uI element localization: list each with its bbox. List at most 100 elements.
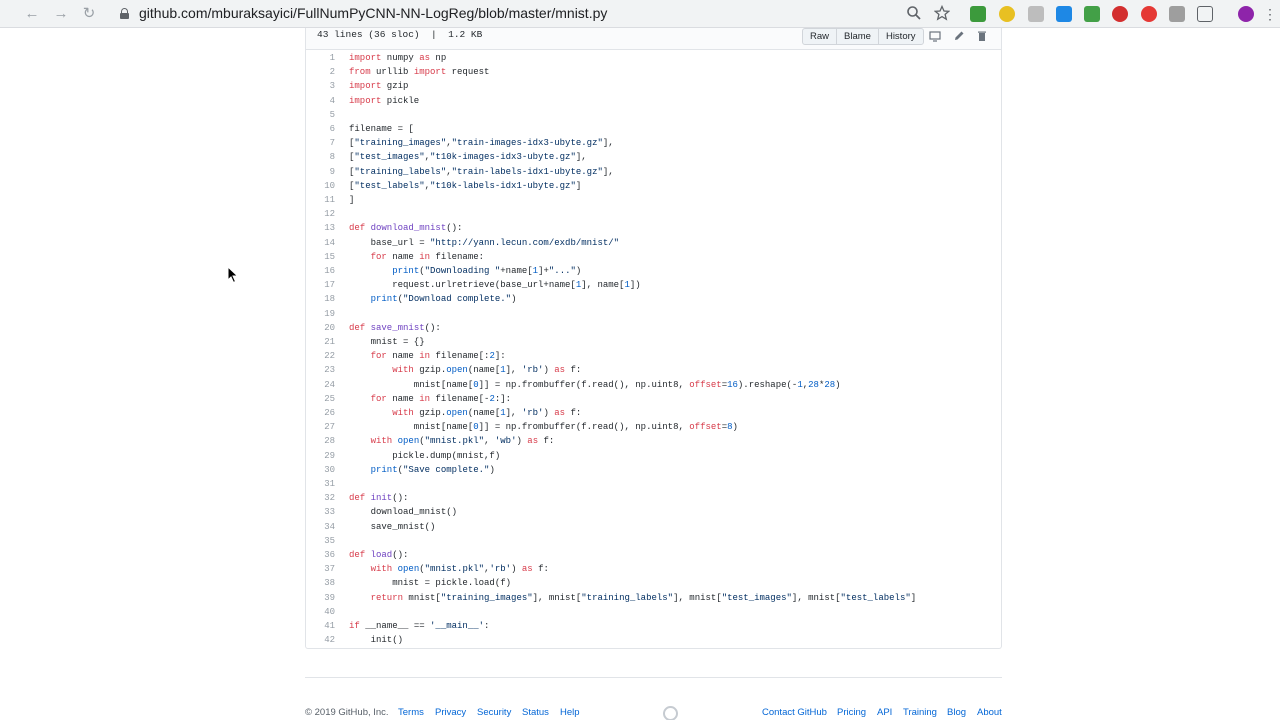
line-number[interactable]: 32 <box>306 491 335 505</box>
code-line: 15 for name in filename: <box>306 250 1001 264</box>
footer-link-pricing[interactable]: Pricing <box>837 707 866 718</box>
menu-icon[interactable]: ⋮ <box>1262 6 1278 22</box>
code-line: 21 mnist = {} <box>306 335 1001 349</box>
footer-link-training[interactable]: Training <box>903 707 937 718</box>
line-code: mnist = pickle.load(f) <box>349 578 512 589</box>
line-number[interactable]: 36 <box>306 548 335 562</box>
line-number[interactable]: 25 <box>306 392 335 406</box>
back-button[interactable]: ← <box>22 4 42 24</box>
line-number[interactable]: 24 <box>306 378 335 392</box>
code-line: 34 save_mnist() <box>306 520 1001 534</box>
code-line: 13 def download_mnist(): <box>306 221 1001 235</box>
line-number[interactable]: 13 <box>306 221 335 235</box>
line-code: def save_mnist(): <box>349 322 441 333</box>
line-number[interactable]: 14 <box>306 236 335 250</box>
line-number[interactable]: 31 <box>306 477 335 491</box>
extension-icon[interactable] <box>1141 6 1157 22</box>
code-line: 12 <box>306 207 1001 221</box>
footer-link-api[interactable]: API <box>877 707 892 718</box>
code-line: 28 with open("mnist.pkl", 'wb') as f: <box>306 434 1001 448</box>
code-line: 8 ["test_images","t10k-images-idx3-ubyte.… <box>306 150 1001 164</box>
code-line: 27 mnist[name[0]] = np.frombuffer(f.read… <box>306 420 1001 434</box>
footer-link-contact[interactable]: Contact GitHub <box>762 707 827 718</box>
line-number[interactable]: 28 <box>306 434 335 448</box>
line-number[interactable]: 7 <box>306 136 335 150</box>
line-number[interactable]: 30 <box>306 463 335 477</box>
forward-button[interactable]: → <box>51 4 71 24</box>
extension-icon[interactable] <box>1084 6 1100 22</box>
raw-button[interactable]: Raw <box>803 29 838 44</box>
line-number[interactable]: 26 <box>306 406 335 420</box>
line-code: from urllib import request <box>349 67 490 78</box>
line-number[interactable]: 10 <box>306 179 335 193</box>
line-number[interactable]: 8 <box>306 150 335 164</box>
extension-icon[interactable] <box>1112 6 1128 22</box>
footer-link-blog[interactable]: Blog <box>947 707 966 718</box>
line-number[interactable]: 12 <box>306 207 335 221</box>
footer-link-security[interactable]: Security <box>477 707 511 718</box>
line-number[interactable]: 15 <box>306 250 335 264</box>
pencil-icon[interactable] <box>953 30 965 42</box>
line-number[interactable]: 35 <box>306 534 335 548</box>
line-code: print("Download complete.") <box>370 294 517 305</box>
line-code: with gzip.open(name[1], 'rb') as f: <box>392 408 582 418</box>
line-number[interactable]: 23 <box>306 363 335 377</box>
footer-link-help[interactable]: Help <box>560 707 580 718</box>
line-number[interactable]: 42 <box>306 633 335 647</box>
line-number[interactable]: 27 <box>306 420 335 434</box>
line-number[interactable]: 4 <box>306 94 335 108</box>
line-number[interactable]: 9 <box>306 165 335 179</box>
github-logo-icon[interactable] <box>663 706 678 720</box>
extension-icon[interactable] <box>1169 6 1185 22</box>
line-number[interactable]: 29 <box>306 449 335 463</box>
line-code: def download_mnist(): <box>349 223 463 234</box>
line-number[interactable]: 33 <box>306 505 335 519</box>
code-line: 4 import pickle <box>306 94 1001 108</box>
line-number[interactable]: 38 <box>306 576 335 590</box>
line-number[interactable]: 16 <box>306 264 335 278</box>
line-number[interactable]: 34 <box>306 520 335 534</box>
footer-link-terms[interactable]: Terms <box>398 707 424 718</box>
line-number[interactable]: 39 <box>306 591 335 605</box>
line-number[interactable]: 22 <box>306 349 335 363</box>
line-number[interactable]: 41 <box>306 619 335 633</box>
pocket-icon[interactable] <box>1197 6 1213 22</box>
line-number[interactable]: 21 <box>306 335 335 349</box>
line-number[interactable]: 20 <box>306 321 335 335</box>
line-number[interactable]: 2 <box>306 65 335 79</box>
bookmark-star-icon[interactable] <box>933 4 951 21</box>
line-code: def load(): <box>349 550 409 560</box>
line-number[interactable]: 11 <box>306 193 335 207</box>
line-code: request.urlretrieve(base_url+name[1], na… <box>349 280 641 291</box>
line-number[interactable]: 37 <box>306 562 335 576</box>
line-number[interactable]: 18 <box>306 292 335 306</box>
line-number[interactable]: 19 <box>306 307 335 321</box>
line-number[interactable]: 40 <box>306 605 335 619</box>
footer-link-status[interactable]: Status <box>522 707 549 718</box>
download-extension-icon[interactable] <box>1056 6 1072 22</box>
blame-button[interactable]: Blame <box>837 29 879 44</box>
code-line: 25 for name in filename[-2:]: <box>306 392 1001 406</box>
line-number[interactable]: 5 <box>306 108 335 122</box>
code-line: 35 <box>306 534 1001 548</box>
code-line: 6 filename = [ <box>306 122 1001 136</box>
code-line: 20 def save_mnist(): <box>306 321 1001 335</box>
line-number[interactable]: 1 <box>306 51 335 65</box>
profile-icon[interactable] <box>1238 6 1254 22</box>
extension-icon[interactable] <box>970 6 986 22</box>
footer-link-about[interactable]: About <box>977 707 1002 718</box>
code-line: 11] <box>306 193 1001 207</box>
line-number[interactable]: 3 <box>306 79 335 93</box>
extension-icon[interactable] <box>999 6 1015 22</box>
footer-link-privacy[interactable]: Privacy <box>435 707 466 718</box>
extension-icon[interactable] <box>1028 6 1044 22</box>
trash-icon[interactable] <box>976 30 988 42</box>
line-number[interactable]: 17 <box>306 278 335 292</box>
line-number[interactable]: 6 <box>306 122 335 136</box>
reload-button[interactable]: ↻ <box>79 4 99 24</box>
zoom-icon[interactable] <box>906 5 922 21</box>
address-bar[interactable]: github.com/mburaksayici/FullNumPyCNN-NN-… <box>139 5 607 21</box>
code-line: 26 with gzip.open(name[1], 'rb') as f: <box>306 406 1001 420</box>
history-button[interactable]: History <box>879 29 923 44</box>
desktop-icon[interactable] <box>929 30 941 42</box>
